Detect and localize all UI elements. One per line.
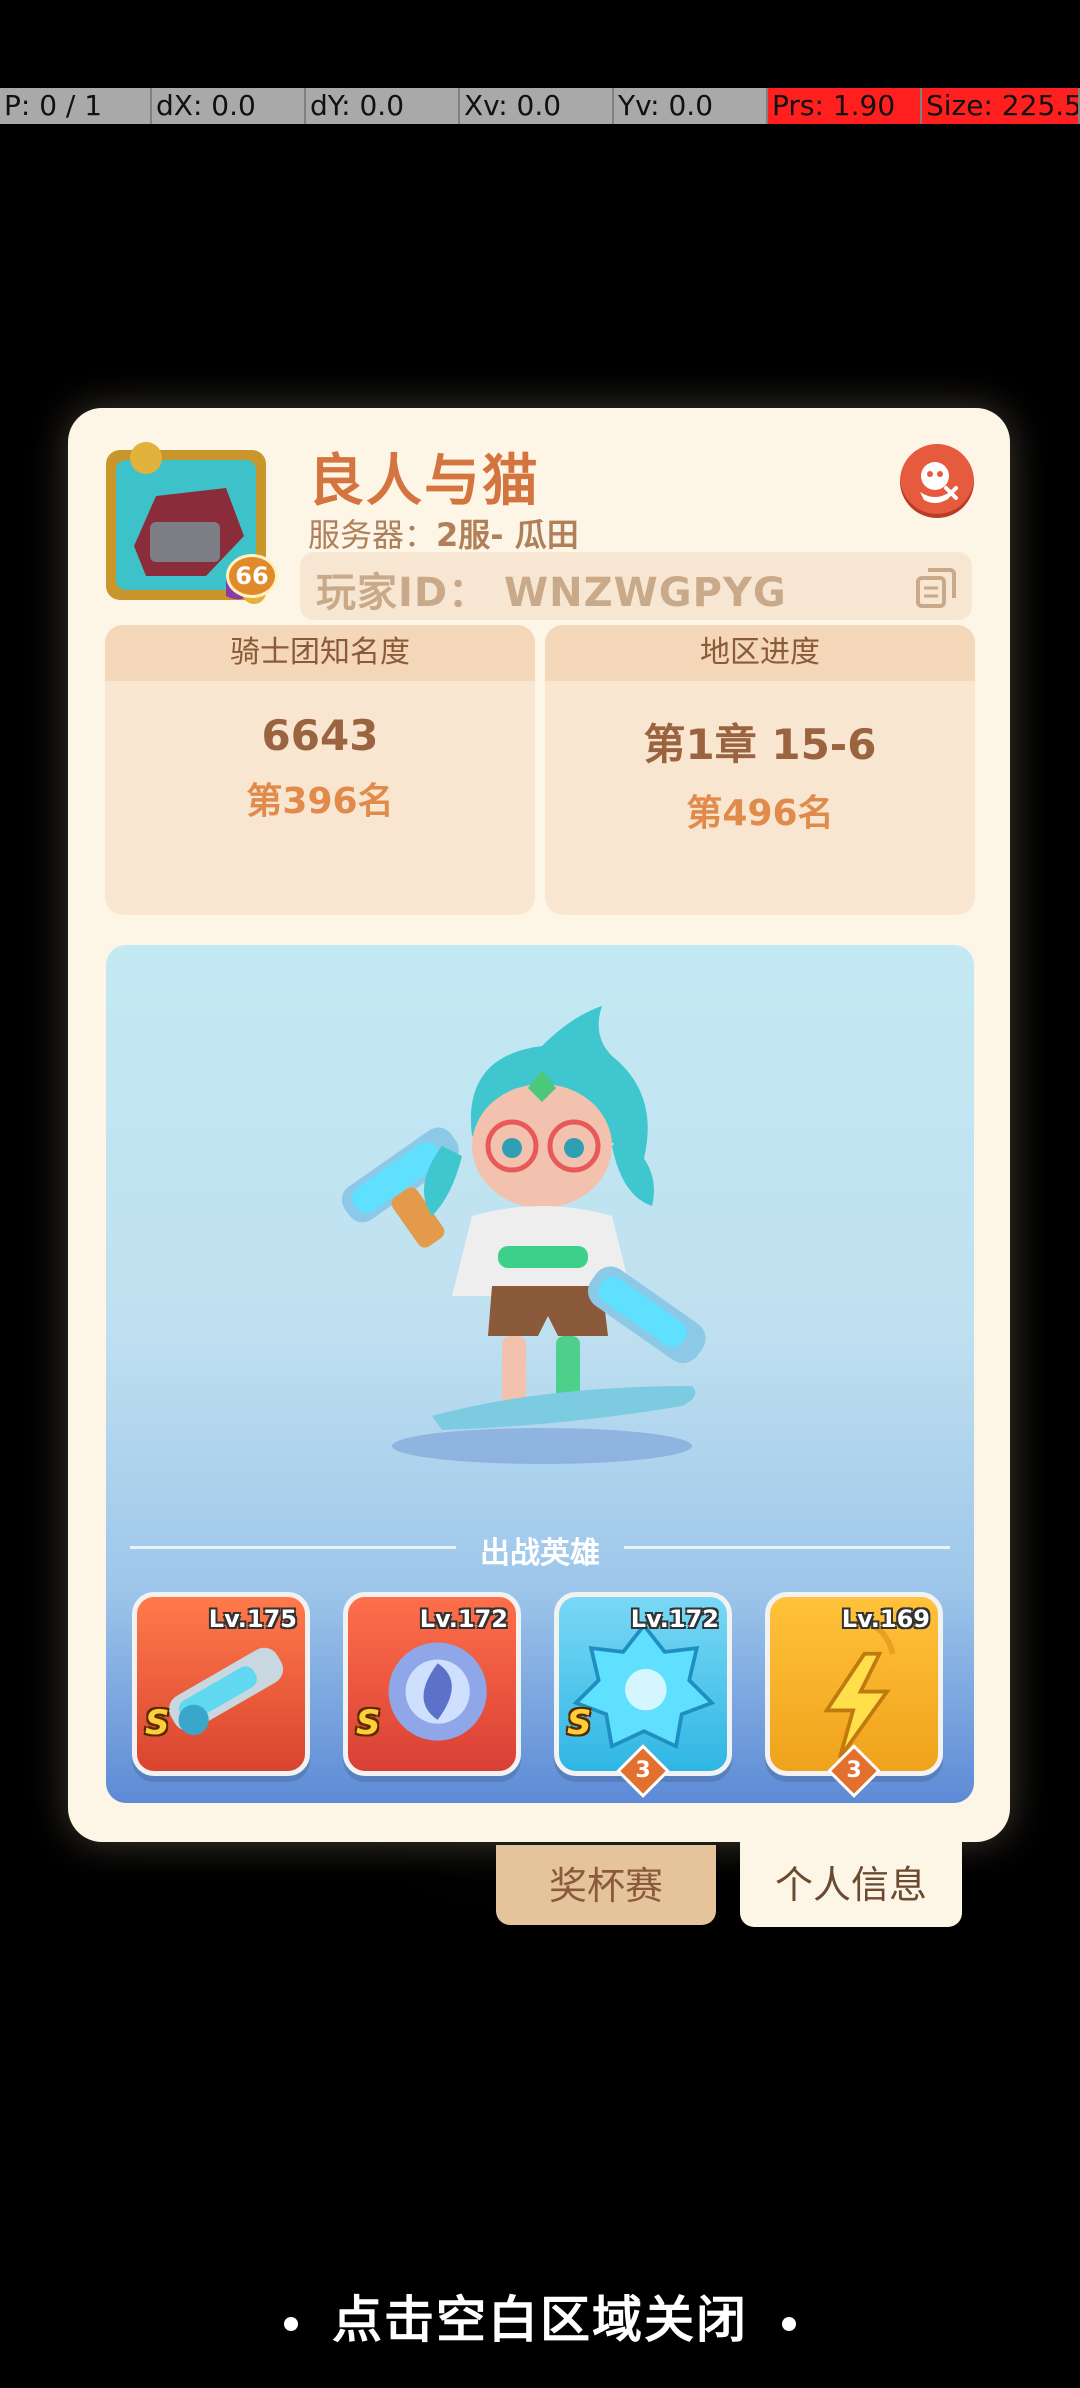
hero-level: Lv.172 xyxy=(419,1605,508,1633)
fame-stat: 骑士团知名度 6643 第396名 xyxy=(105,625,535,915)
avatar-level-badge: 66 xyxy=(226,554,278,598)
debug-pointer: P: 0 / 1 xyxy=(0,88,152,124)
fame-title: 骑士团知名度 xyxy=(105,625,535,681)
server-info: 服务器：2服- 瓜田 xyxy=(308,510,579,556)
hero-level: Lv.169 xyxy=(841,1605,930,1633)
hero-grade: S xyxy=(567,1703,592,1743)
close-hint-text: 点击空白区域关闭 xyxy=(332,2291,748,2349)
hero-grade: S xyxy=(145,1703,170,1743)
region-rank: 第496名 xyxy=(686,793,834,834)
debug-xv: Xv: 0.0 xyxy=(460,88,614,124)
character-model xyxy=(341,1006,706,1464)
hint-dot-right xyxy=(782,2316,796,2331)
region-value: 第1章 15-6 xyxy=(643,720,877,769)
debug-yv: Yv: 0.0 xyxy=(614,88,768,124)
copy-icon[interactable] xyxy=(914,566,958,610)
hero-grade: S xyxy=(356,1703,381,1743)
debug-dx: dX: 0.0 xyxy=(152,88,306,124)
hint-dot-left xyxy=(284,2316,298,2331)
debug-size: Size: 225.50 xyxy=(922,88,1080,124)
close-button[interactable] xyxy=(900,444,974,518)
debug-dy: dY: 0.0 xyxy=(306,88,460,124)
region-stat: 地区进度 第1章 15-6 第496名 xyxy=(545,625,975,915)
heroes-section-title: 出战英雄 xyxy=(480,1536,600,1571)
hero-level: Lv.175 xyxy=(208,1605,297,1633)
hero-level: Lv.172 xyxy=(630,1605,719,1633)
player-id: 玩家ID： WNZWGPYG xyxy=(316,570,787,616)
hero-card-1[interactable]: Lv.175 S xyxy=(132,1592,310,1776)
fame-rank: 第396名 xyxy=(246,781,394,822)
debug-overlay: P: 0 / 1 dX: 0.0 dY: 0.0 Xv: 0.0 Yv: 0.0… xyxy=(0,88,1080,124)
fame-value: 6643 xyxy=(261,711,379,760)
close-hint[interactable]: 点击空白区域关闭 xyxy=(0,2280,1080,2352)
hero-card-2[interactable]: Lv.172 S xyxy=(343,1592,521,1776)
tab-profile[interactable]: 个人信息 xyxy=(740,1835,962,1927)
server-value: 2服- 瓜田 xyxy=(436,516,579,554)
region-title: 地区进度 xyxy=(545,625,975,681)
player-name: 良人与猫 xyxy=(308,449,540,514)
report-icon xyxy=(920,462,958,503)
server-label: 服务器： xyxy=(308,516,437,554)
debug-pressure: Prs: 1.90 xyxy=(768,88,922,124)
tab-trophy[interactable]: 奖杯赛 xyxy=(496,1845,716,1925)
